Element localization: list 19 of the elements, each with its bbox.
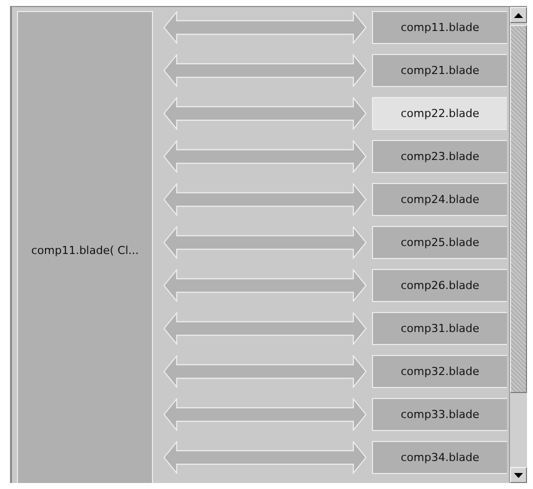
target-item[interactable]: comp26.blade [372, 269, 507, 302]
target-item[interactable]: comp32.blade [372, 355, 507, 388]
target-item[interactable]: comp31.blade [372, 312, 507, 345]
scroll-thumb[interactable] [510, 25, 527, 393]
target-item[interactable]: comp24.blade [372, 183, 507, 216]
target-item[interactable]: comp23.blade [372, 140, 507, 173]
target-item[interactable]: comp21.blade [372, 54, 507, 87]
vertical-scrollbar[interactable] [509, 7, 527, 483]
scroll-up-button[interactable] [510, 7, 527, 23]
up-triangle-icon [514, 12, 523, 18]
target-item[interactable]: comp34.blade [372, 441, 507, 474]
source-label: comp11.blade( Cl... [31, 244, 139, 256]
target-item[interactable]: comp33.blade [372, 398, 507, 431]
target-item[interactable]: comp11.blade [372, 11, 507, 44]
source-panel[interactable]: comp11.blade( Cl... [17, 11, 153, 483]
scroll-down-button[interactable] [510, 467, 527, 483]
target-item[interactable]: comp25.blade [372, 226, 507, 259]
target-item[interactable]: comp22.blade [372, 97, 507, 130]
down-triangle-icon [514, 472, 523, 478]
